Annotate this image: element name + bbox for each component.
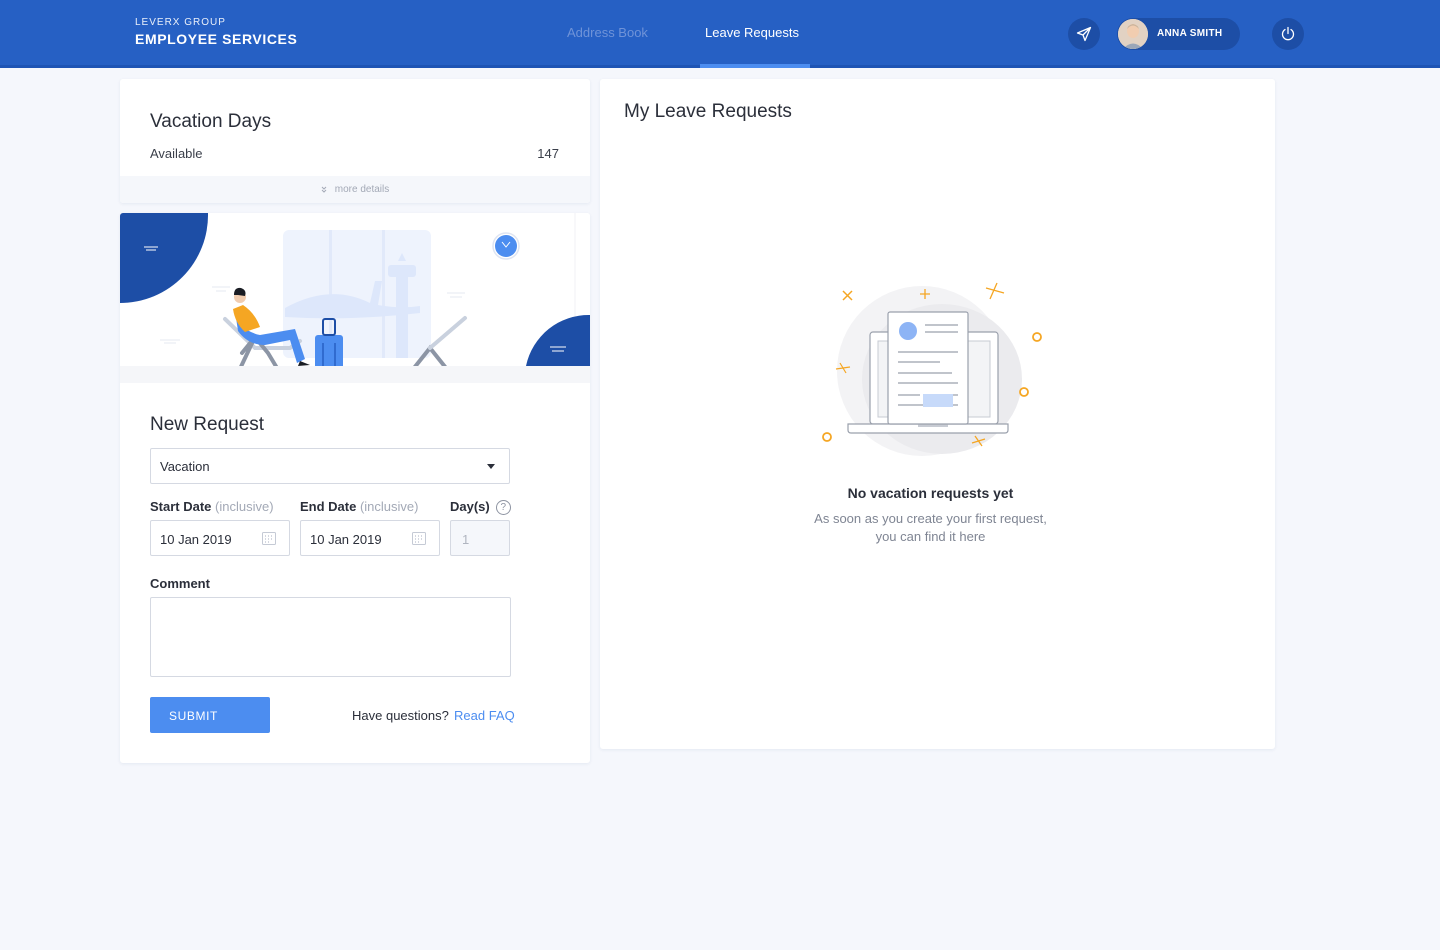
start-date-label: Start Date (inclusive)	[150, 499, 274, 514]
power-icon	[1281, 26, 1295, 41]
empty-state-title: No vacation requests yet	[847, 485, 1014, 501]
help-icon[interactable]: ?	[495, 500, 511, 516]
user-name: ANNA SMITH	[1157, 28, 1223, 39]
faq-question: Have questions?	[352, 708, 449, 723]
airport-illustration	[120, 213, 590, 383]
days-label-text: Day(s)	[450, 499, 490, 514]
calendar-icon[interactable]	[262, 531, 276, 545]
comment-textarea[interactable]	[150, 597, 511, 677]
avatar	[1118, 19, 1148, 49]
start-date-hint: (inclusive)	[215, 499, 274, 514]
app-name: EMPLOYEE SERVICES	[135, 31, 298, 47]
user-menu[interactable]: ANNA SMITH	[1117, 18, 1240, 50]
end-date-label-text: End Date	[300, 499, 357, 514]
my-leave-requests-card: My Leave Requests No vacation requests y…	[600, 79, 1275, 749]
logout-button[interactable]	[1272, 18, 1304, 50]
empty-state-text: As soon as you create your first request…	[600, 510, 1261, 546]
end-date-input[interactable]: 10 Jan 2019	[300, 520, 440, 556]
send-button[interactable]	[1068, 18, 1100, 50]
company-name: LEVERX GROUP	[135, 17, 226, 28]
vacation-days-card: Vacation Days Available 147 more details	[120, 79, 590, 203]
calendar-icon[interactable]	[412, 531, 426, 545]
empty-state-line-1: As soon as you create your first request…	[814, 511, 1047, 526]
more-details-label: more details	[334, 184, 390, 195]
top-header: LEVERX GROUP EMPLOYEE SERVICES Address B…	[0, 0, 1440, 68]
empty-state-line-2: you can find it here	[875, 529, 986, 544]
read-faq-link[interactable]: Read FAQ	[454, 708, 515, 723]
submit-button[interactable]: SUBMIT	[150, 697, 270, 733]
end-date-hint: (inclusive)	[359, 499, 419, 514]
leave-type-value: Vacation	[160, 459, 210, 474]
start-date-label-text: Start Date	[150, 499, 212, 514]
my-leave-requests-title: My Leave Requests	[624, 101, 792, 122]
start-date-value: 10 Jan 2019	[160, 532, 232, 547]
empty-state-illustration	[822, 282, 1042, 456]
send-icon	[1076, 26, 1092, 42]
vacation-days-title: Vacation Days	[150, 111, 272, 132]
new-request-title: New Request	[150, 414, 265, 435]
comment-label: Comment	[150, 576, 210, 591]
brand[interactable]: LEVERX GROUP EMPLOYEE SERVICES	[135, 17, 297, 47]
active-tab-indicator	[700, 64, 810, 68]
caret-down-icon	[487, 464, 495, 469]
start-date-input[interactable]: 10 Jan 2019	[150, 520, 290, 556]
new-request-card: New Request Vacation Start Date (inclusi…	[120, 213, 590, 763]
end-date-label: End Date (inclusive)	[300, 499, 418, 514]
tab-address-book[interactable]: Address Book	[567, 25, 648, 40]
available-label: Available	[150, 146, 203, 161]
days-count-input: 1	[450, 520, 510, 556]
days-label: Day(s)?	[450, 499, 511, 516]
available-value: 147	[537, 146, 559, 161]
end-date-value: 10 Jan 2019	[310, 532, 382, 547]
tab-leave-requests[interactable]: Leave Requests	[705, 25, 799, 40]
leave-type-select[interactable]: Vacation	[150, 448, 510, 484]
more-details-toggle[interactable]: more details	[120, 176, 590, 203]
double-chevron-down-icon	[321, 186, 327, 193]
